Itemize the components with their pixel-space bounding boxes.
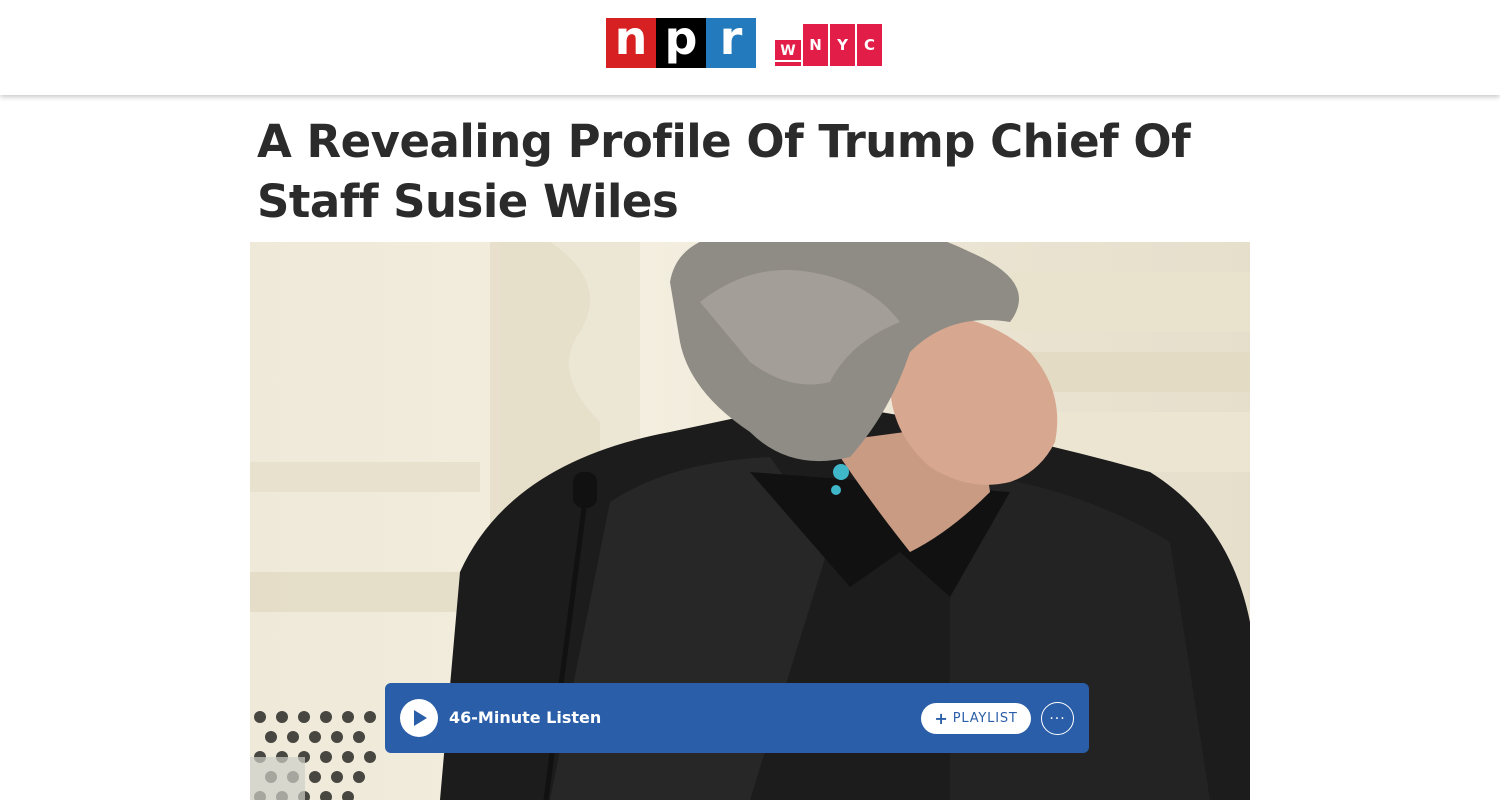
wnyc-logo-w: W <box>775 40 801 60</box>
wnyc-logo-w-wrap: W <box>775 24 801 66</box>
ellipsis-icon: ··· <box>1049 710 1066 727</box>
play-button[interactable] <box>400 699 438 737</box>
npr-logo-r: r <box>706 15 756 68</box>
site-header: n p r W N Y C <box>0 0 1500 95</box>
wnyc-logo-underline <box>775 62 801 66</box>
npr-logo[interactable]: n p r <box>606 15 756 68</box>
plus-icon: + <box>934 708 948 728</box>
listen-duration-label: 46-Minute Listen <box>449 708 602 727</box>
add-to-playlist-button[interactable]: + PLAYLIST <box>921 703 1031 734</box>
more-options-button[interactable]: ··· <box>1041 702 1074 735</box>
npr-logo-n: n <box>606 15 656 68</box>
play-icon <box>414 710 427 726</box>
wnyc-logo-y: Y <box>830 24 855 66</box>
article-headline: A Revealing Profile Of Trump Chief Of St… <box>257 115 1191 228</box>
npr-logo-p: p <box>656 15 706 68</box>
wnyc-logo[interactable]: W N Y C <box>775 20 882 66</box>
wnyc-logo-c: C <box>857 24 882 66</box>
playlist-button-label: PLAYLIST <box>952 711 1018 726</box>
logo-group: n p r W N Y C <box>606 15 882 68</box>
wnyc-logo-n: N <box>803 24 828 66</box>
audio-player-bar: 46-Minute Listen + PLAYLIST ··· <box>385 683 1089 753</box>
